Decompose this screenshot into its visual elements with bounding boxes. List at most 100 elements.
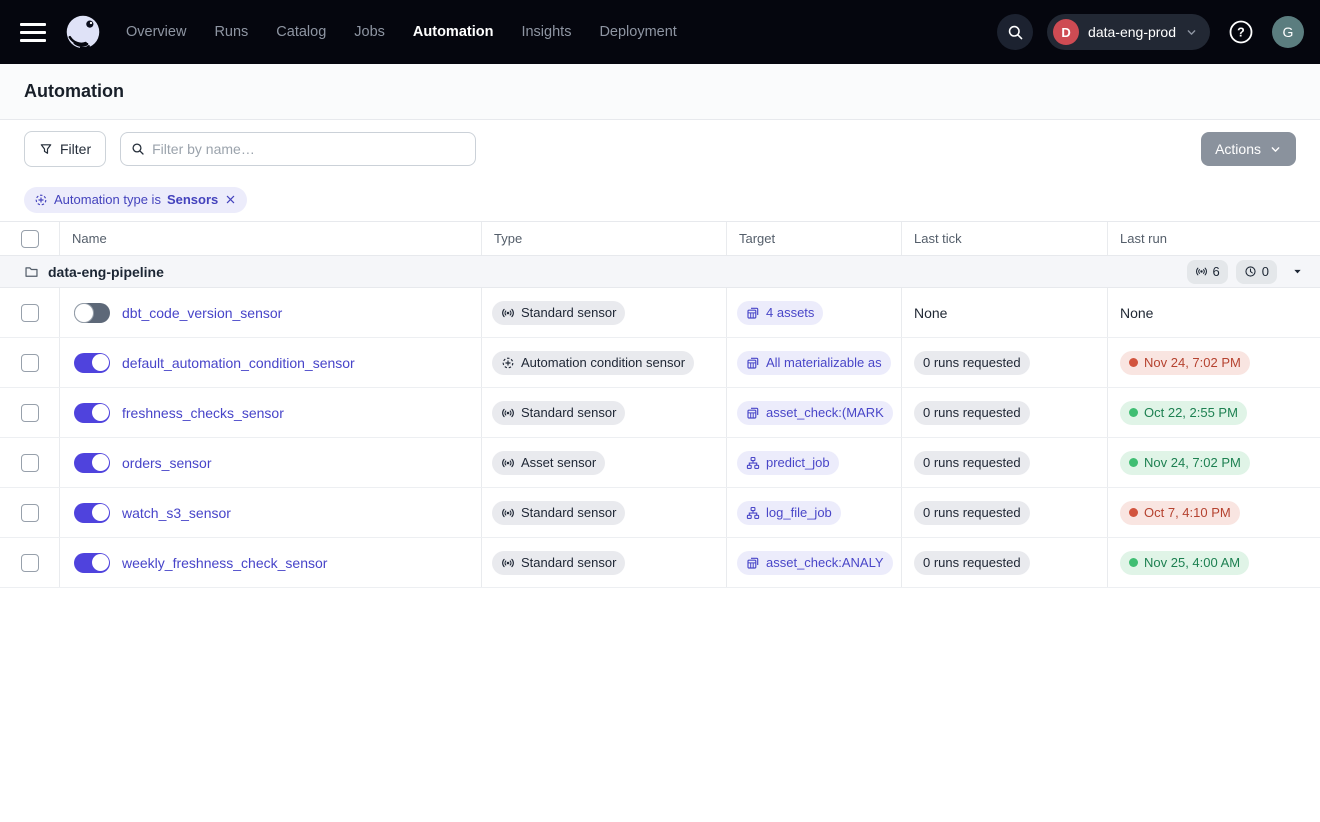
last-tick-tag[interactable]: 0 runs requested: [914, 351, 1030, 375]
user-avatar[interactable]: G: [1272, 16, 1304, 48]
help-button[interactable]: ?: [1224, 15, 1258, 49]
workspace-name: data-eng-prod: [1088, 24, 1176, 40]
filter-chip-value: Sensors: [167, 192, 218, 207]
last-run-tag[interactable]: Oct 7, 4:10 PM: [1120, 501, 1240, 525]
target-link[interactable]: asset_check:ANALY: [737, 551, 893, 575]
last-run-tag[interactable]: Nov 24, 7:02 PM: [1120, 351, 1250, 375]
nav-item-overview[interactable]: Overview: [126, 24, 186, 40]
run-status-dot: [1129, 508, 1138, 517]
collapse-group-button[interactable]: [1291, 265, 1304, 278]
run-status-dot: [1129, 458, 1138, 467]
sensor-count-badge: 6: [1187, 260, 1228, 284]
dagster-logo-icon[interactable]: [62, 11, 104, 53]
column-header-last-run: Last run: [1108, 222, 1320, 255]
asset-icon: [746, 406, 760, 420]
last-run-tag[interactable]: Nov 25, 4:00 AM: [1120, 551, 1249, 575]
sensor-toggle[interactable]: [74, 353, 110, 373]
filter-button-label: Filter: [60, 141, 91, 157]
folder-icon: [24, 264, 39, 279]
asset-icon: [746, 356, 760, 370]
last-tick-tag[interactable]: 0 runs requested: [914, 401, 1030, 425]
target-link[interactable]: All materializable as: [737, 351, 891, 375]
asset-icon: [746, 556, 760, 570]
table-header-row: Name Type Target Last tick Last run: [0, 222, 1320, 256]
sensor-icon: [501, 456, 515, 470]
page-header: Automation: [0, 64, 1320, 120]
nav-item-deployment[interactable]: Deployment: [599, 24, 676, 40]
last-run-value: None: [1120, 305, 1153, 321]
sensor-name-link[interactable]: orders_sensor: [122, 455, 212, 471]
last-run-tag[interactable]: Nov 24, 7:02 PM: [1120, 451, 1250, 475]
sensor-icon: [501, 506, 515, 520]
column-header-type: Type: [482, 222, 727, 255]
nav-item-automation[interactable]: Automation: [413, 24, 494, 40]
table-row: default_automation_condition_sensor Auto…: [0, 338, 1320, 388]
sensor-name-link[interactable]: default_automation_condition_sensor: [122, 355, 355, 371]
workspace-badge: D: [1053, 19, 1079, 45]
toolbar: Filter Actions: [0, 120, 1320, 178]
select-all-checkbox[interactable]: [21, 230, 39, 248]
sensor-toggle[interactable]: [74, 403, 110, 423]
sensor-toggle[interactable]: [74, 553, 110, 573]
row-checkbox[interactable]: [21, 404, 39, 422]
column-header-last-tick: Last tick: [902, 222, 1108, 255]
filter-chip-automation-type[interactable]: Automation type is Sensors: [24, 187, 247, 213]
sensor-toggle[interactable]: [74, 303, 110, 323]
close-icon: [224, 193, 237, 206]
nav-item-insights[interactable]: Insights: [521, 24, 571, 40]
run-status-dot: [1129, 408, 1138, 417]
sensor-type-tag: Automation condition sensor: [492, 351, 694, 375]
code-location-group-row[interactable]: data-eng-pipeline 6 0: [0, 256, 1320, 288]
run-status-dot: [1129, 558, 1138, 567]
search-icon: [131, 142, 145, 156]
target-link[interactable]: asset_check:(MARK: [737, 401, 893, 425]
sensor-name-link[interactable]: watch_s3_sensor: [122, 505, 231, 521]
schedule-count-badge: 0: [1236, 260, 1277, 284]
svg-text:?: ?: [1237, 26, 1245, 40]
target-link[interactable]: 4 assets: [737, 301, 823, 325]
nav-item-jobs[interactable]: Jobs: [354, 24, 385, 40]
target-link[interactable]: predict_job: [737, 451, 839, 475]
sensor-type-tag: Standard sensor: [492, 301, 625, 325]
table-row: freshness_checks_sensor Standard sensor …: [0, 388, 1320, 438]
job-icon: [746, 456, 760, 470]
row-checkbox[interactable]: [21, 554, 39, 572]
actions-button[interactable]: Actions: [1201, 132, 1296, 166]
sensor-icon: [501, 406, 515, 420]
last-tick-tag[interactable]: 0 runs requested: [914, 451, 1030, 475]
sensor-name-link[interactable]: freshness_checks_sensor: [122, 405, 284, 421]
caret-down-icon: [1291, 265, 1304, 278]
last-tick-tag[interactable]: 0 runs requested: [914, 551, 1030, 575]
workspace-switcher[interactable]: D data-eng-prod: [1047, 14, 1210, 50]
nav-item-runs[interactable]: Runs: [214, 24, 248, 40]
filter-button[interactable]: Filter: [24, 131, 106, 167]
nav-item-catalog[interactable]: Catalog: [276, 24, 326, 40]
row-checkbox[interactable]: [21, 454, 39, 472]
name-filter-input[interactable]: [152, 141, 465, 157]
sensor-type-tag: Standard sensor: [492, 501, 625, 525]
sensor-toggle[interactable]: [74, 453, 110, 473]
row-checkbox[interactable]: [21, 304, 39, 322]
asset-icon: [746, 306, 760, 320]
sensor-type-tag: Asset sensor: [492, 451, 605, 475]
row-checkbox[interactable]: [21, 354, 39, 372]
target-link[interactable]: log_file_job: [737, 501, 841, 525]
filter-chip-prefix: Automation type is: [54, 192, 161, 207]
sensor-toggle[interactable]: [74, 503, 110, 523]
sensor-name-link[interactable]: dbt_code_version_sensor: [122, 305, 282, 321]
remove-filter-button[interactable]: [224, 193, 237, 206]
row-checkbox[interactable]: [21, 504, 39, 522]
last-tick-tag[interactable]: 0 runs requested: [914, 501, 1030, 525]
sensor-name-link[interactable]: weekly_freshness_check_sensor: [122, 555, 327, 571]
hamburger-menu-icon[interactable]: [20, 18, 48, 46]
run-status-dot: [1129, 358, 1138, 367]
top-navbar: Overview Runs Catalog Jobs Automation In…: [0, 0, 1320, 64]
sensor-type-tag: Standard sensor: [492, 401, 625, 425]
last-run-tag[interactable]: Oct 22, 2:55 PM: [1120, 401, 1247, 425]
job-icon: [746, 506, 760, 520]
page-title: Automation: [24, 81, 124, 102]
chevron-down-icon: [1185, 26, 1198, 39]
automation-condition-icon: [501, 356, 515, 370]
actions-button-label: Actions: [1215, 141, 1261, 157]
global-search-button[interactable]: [997, 14, 1033, 50]
